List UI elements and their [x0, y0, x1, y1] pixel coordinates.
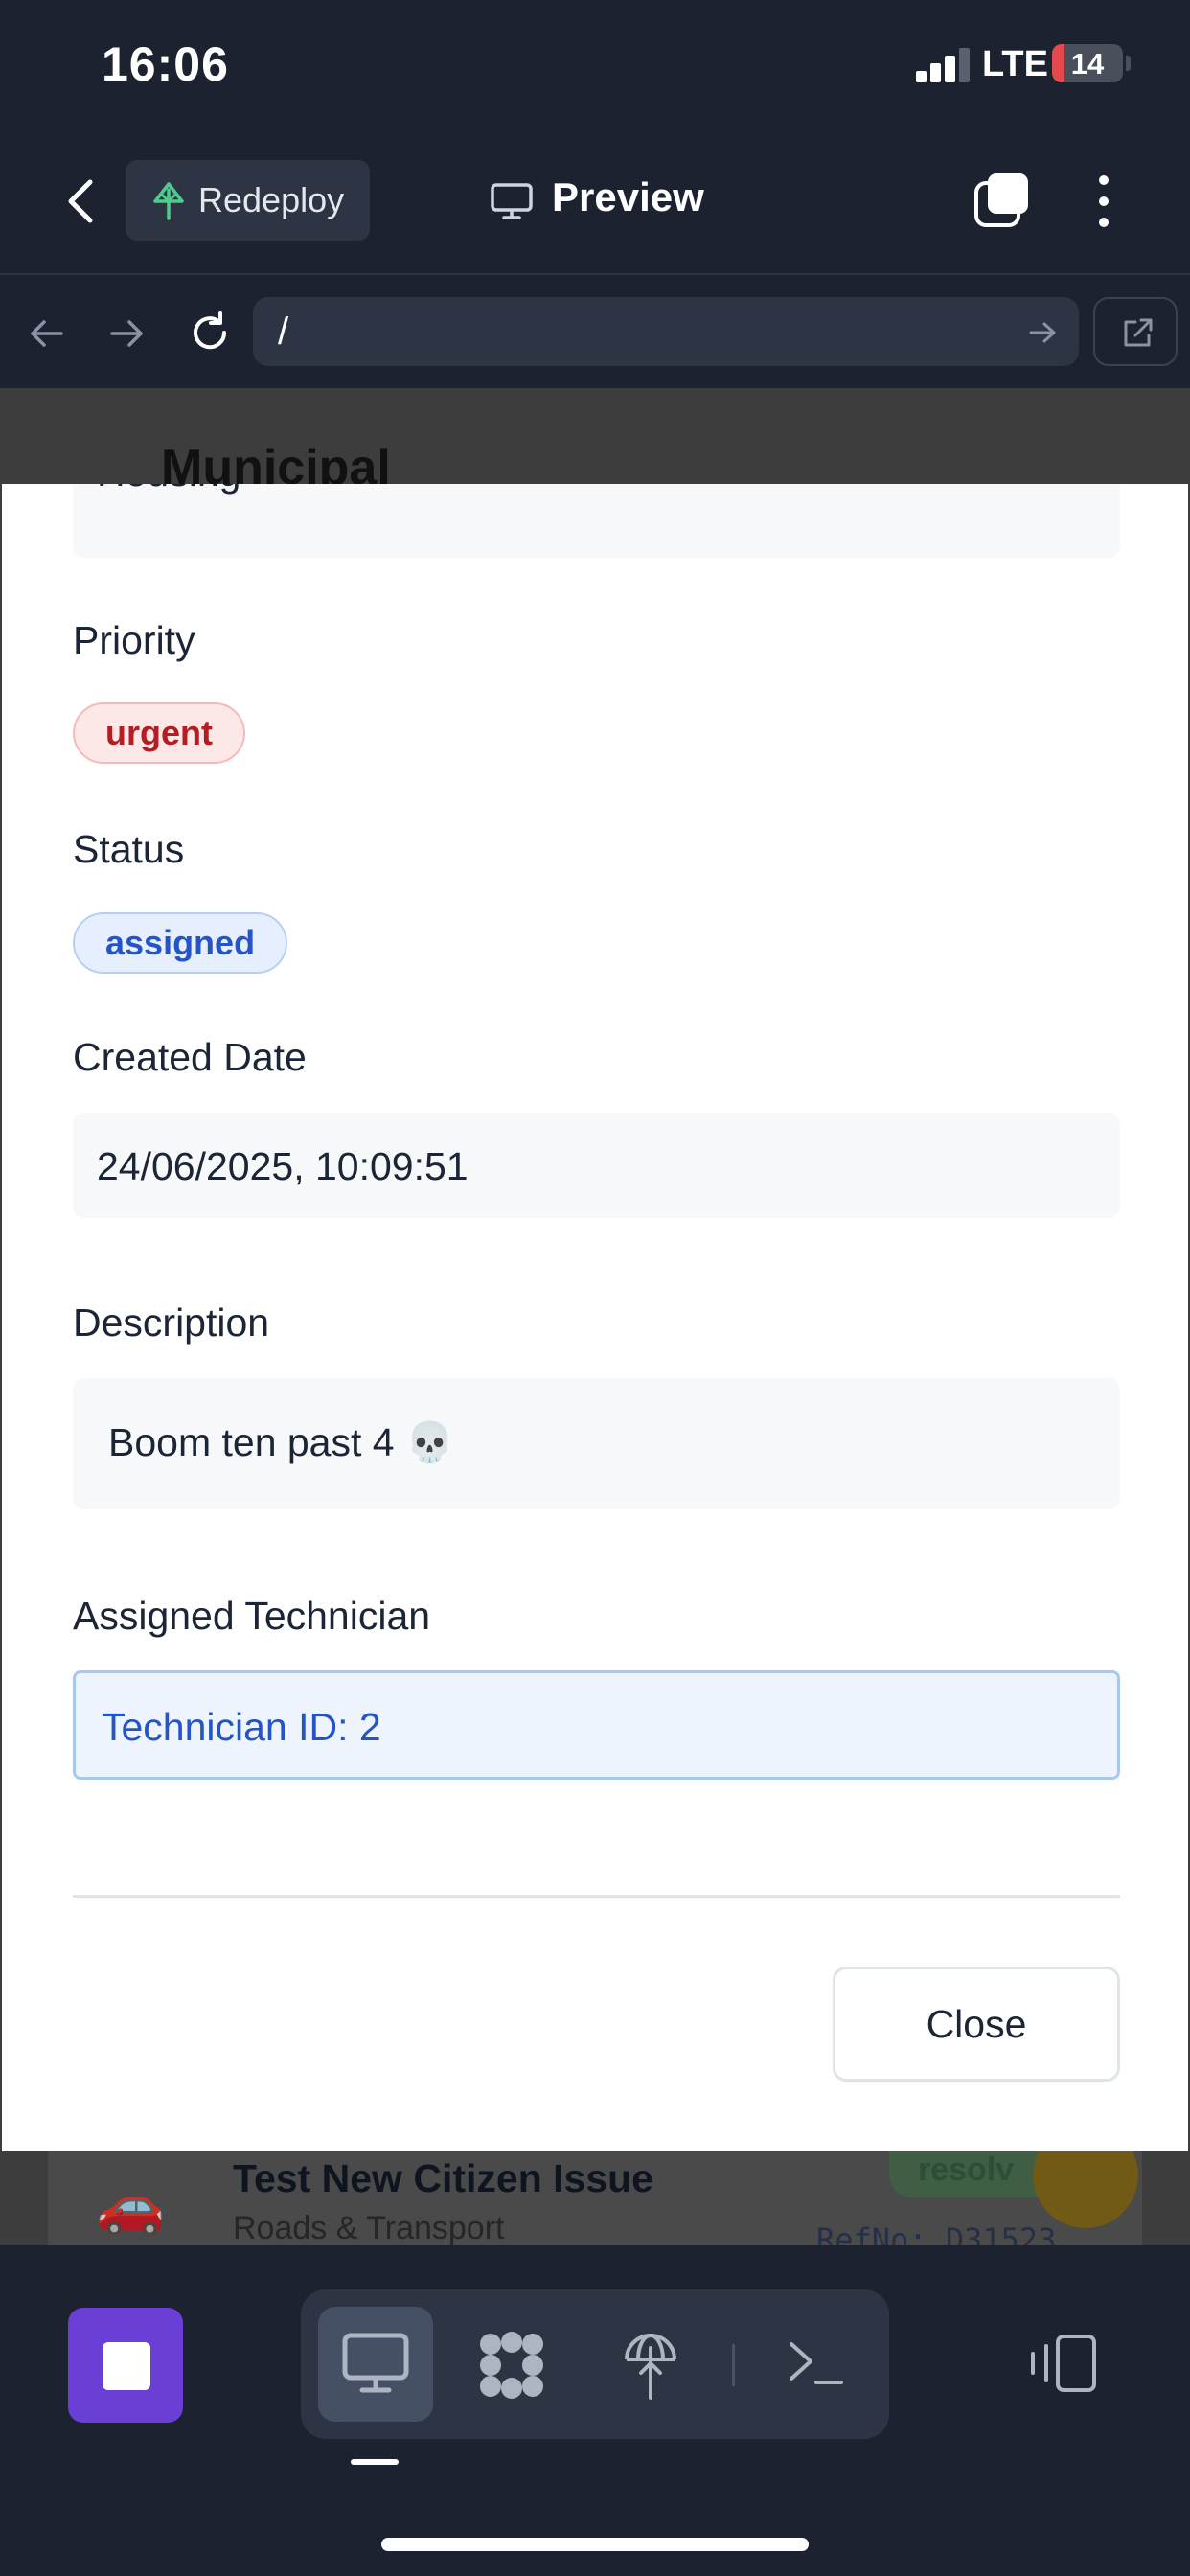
layers-icon[interactable] — [475, 2329, 548, 2402]
description-label: Description — [73, 1300, 270, 1345]
external-link-icon — [1124, 318, 1153, 347]
arrow-right-icon — [110, 320, 143, 347]
issue-details-modal: Housing Priority urgent Status assigned … — [2, 484, 1188, 2151]
priority-badge: urgent — [73, 702, 245, 764]
terminal-icon[interactable] — [786, 2338, 847, 2388]
priority-label: Priority — [73, 618, 195, 662]
app-logo-button[interactable] — [68, 2308, 183, 2423]
vertical-dots-icon[interactable] — [1089, 172, 1118, 230]
created-date-label: Created Date — [73, 1035, 307, 1079]
background-card-title: Test New Citizen Issue — [233, 2156, 653, 2200]
monitor-icon — [490, 182, 534, 220]
battery-level: 14 — [1070, 47, 1105, 80]
category-value: Housing — [97, 484, 240, 495]
preview-title[interactable]: Preview — [552, 174, 704, 220]
description-value: Boom ten past 4 💀 — [108, 1420, 455, 1464]
browser-back-button[interactable] — [27, 314, 67, 353]
url-input[interactable]: / — [253, 297, 1079, 366]
status-time: 16:06 — [102, 37, 229, 91]
background-card-subtitle: Roads & Transport — [233, 2210, 505, 2246]
tree-icon — [151, 180, 186, 220]
description-field: Boom ten past 4 💀 — [73, 1378, 1120, 1509]
open-external-button[interactable] — [1093, 297, 1178, 366]
signal-icon — [916, 48, 970, 82]
arrow-right-icon — [1029, 322, 1056, 343]
battery-cap — [1126, 56, 1131, 71]
assigned-technician-label: Assigned Technician — [73, 1594, 431, 1638]
assigned-technician-value: Technician ID: 2 — [102, 1705, 381, 1749]
car-icon: 🚗 — [96, 2174, 166, 2237]
arrow-left-icon — [31, 320, 63, 347]
reload-button[interactable] — [188, 310, 232, 355]
home-indicator[interactable] — [381, 2538, 809, 2551]
category-field: Housing — [73, 484, 1120, 558]
tool-separator — [732, 2344, 735, 2386]
chevron-left-icon — [68, 179, 93, 223]
status-label: Status — [73, 827, 185, 871]
battery-icon: 14 — [1052, 44, 1123, 82]
network-label: LTE — [982, 44, 1048, 84]
status-badge: assigned — [73, 912, 288, 974]
created-date-field: 24/06/2025, 10:09:51 — [73, 1113, 1120, 1218]
reload-icon — [194, 311, 227, 350]
redeploy-label[interactable]: Redeploy — [198, 180, 344, 220]
desktop-icon[interactable] — [341, 2332, 410, 2395]
url-go-button[interactable] — [1025, 316, 1060, 349]
assigned-technician-field: Technician ID: 2 — [73, 1670, 1120, 1780]
tabs-icon[interactable] — [973, 170, 1032, 229]
close-button[interactable]: Close — [833, 1966, 1120, 2082]
active-tool-indicator — [351, 2459, 399, 2465]
created-date-value: 24/06/2025, 10:09:51 — [97, 1144, 469, 1188]
back-button[interactable] — [57, 172, 105, 230]
browser-forward-button[interactable] — [106, 314, 147, 353]
split-panel-icon[interactable] — [1027, 2333, 1098, 2394]
modal-divider — [73, 1895, 1120, 1898]
globe-icon[interactable] — [623, 2329, 678, 2402]
